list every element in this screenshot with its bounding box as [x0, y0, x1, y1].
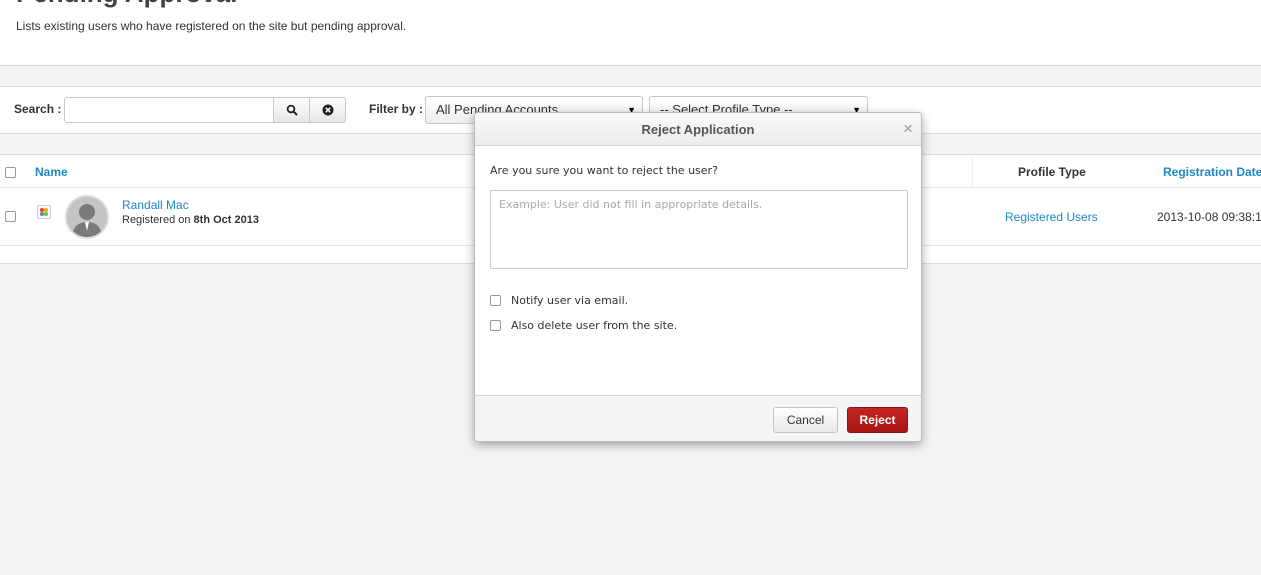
registration-date-value: 2013-10-08 09:38:1	[1157, 210, 1261, 224]
dialog-header: Reject Application ×	[475, 113, 921, 146]
select-all-checkbox[interactable]	[5, 167, 16, 178]
row-checkbox[interactable]	[5, 211, 16, 222]
search-icon	[286, 104, 298, 116]
page-description: Lists existing users who have registered…	[16, 19, 407, 33]
user-avatar[interactable]	[65, 195, 109, 239]
reject-button[interactable]: Reject	[847, 407, 908, 433]
cancel-button[interactable]: Cancel	[773, 407, 838, 433]
search-label: Search :	[14, 102, 62, 116]
column-header-name[interactable]: Name	[35, 165, 68, 179]
close-icon[interactable]: ×	[903, 120, 913, 137]
filter-label: Filter by :	[369, 102, 424, 116]
profile-type-link[interactable]: Registered Users	[1005, 210, 1098, 224]
default-avatar-icon	[67, 197, 107, 237]
joomla-logo-icon	[37, 205, 51, 219]
user-name-link[interactable]: Randall Mac	[122, 198, 189, 212]
delete-user-checkbox[interactable]	[490, 320, 501, 331]
dialog-footer: Cancel Reject	[475, 395, 921, 441]
search-button[interactable]	[273, 97, 310, 123]
column-header-profile-type: Profile Type	[1018, 165, 1086, 179]
delete-user-label[interactable]: Also delete user from the site.	[511, 319, 677, 332]
page-header: Pending Approval Lists existing users wh…	[0, 0, 1261, 66]
registered-date: 8th Oct 2013	[193, 214, 259, 226]
dialog-title: Reject Application	[641, 122, 755, 137]
notify-checkbox[interactable]	[490, 295, 501, 306]
reject-reason-textarea[interactable]	[490, 190, 908, 269]
close-circle-icon	[322, 104, 333, 116]
notify-option: Notify user via email.	[490, 294, 628, 307]
reject-application-dialog: Reject Application × Are you sure you wa…	[474, 112, 922, 442]
delete-option: Also delete user from the site.	[490, 319, 677, 332]
reject-question: Are you sure you want to reject the user…	[490, 164, 718, 177]
clear-search-button[interactable]	[309, 97, 346, 123]
column-header-registration-date[interactable]: Registration Date	[1163, 165, 1261, 179]
column-divider	[972, 155, 973, 188]
notify-label[interactable]: Notify user via email.	[511, 294, 628, 307]
page-title: Pending Approval	[16, 0, 238, 9]
registered-on-text: Registered on 8th Oct 2013	[122, 214, 259, 226]
search-input[interactable]	[64, 97, 274, 123]
